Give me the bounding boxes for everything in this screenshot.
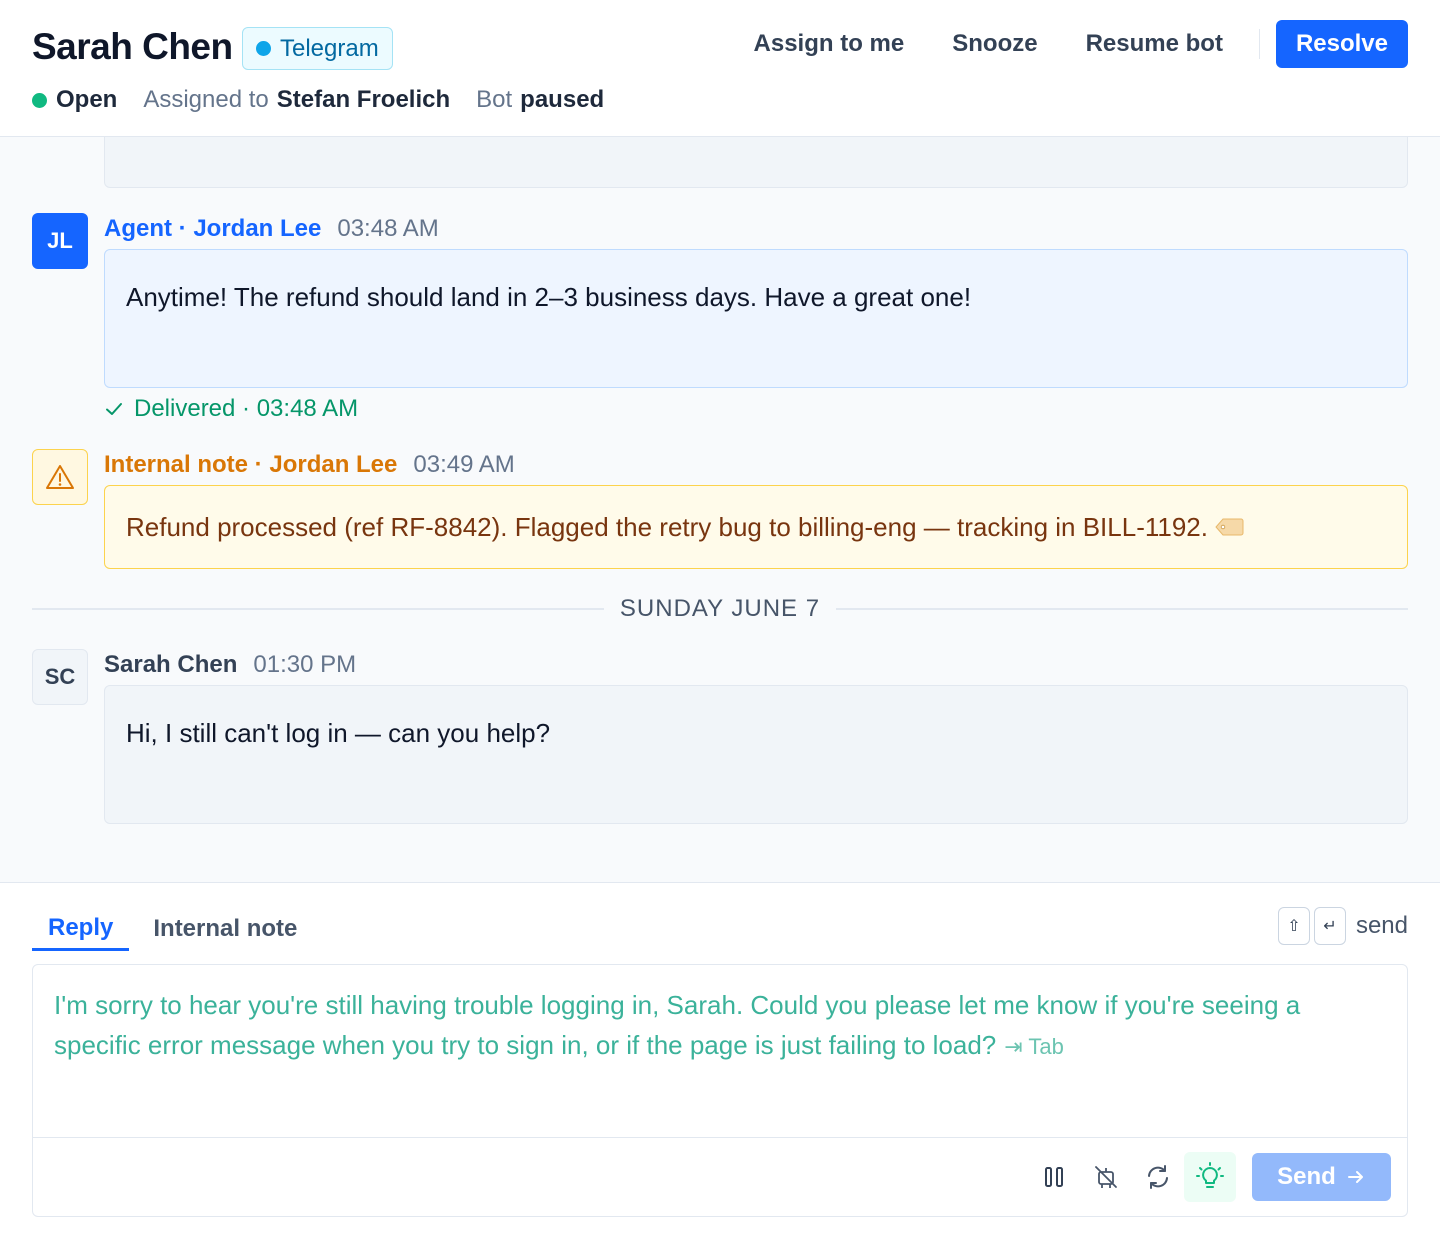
- day-label: SUNDAY JUNE 7: [619, 595, 821, 622]
- conversation-meta: Open Assigned to Stefan Froelich Bot pau…: [32, 86, 604, 114]
- header-divider: [1258, 29, 1260, 59]
- status-label: Open: [56, 86, 118, 113]
- message-list[interactable]: JL Agent · Jordan Lee 03:48 AM Anytime! …: [0, 137, 1440, 882]
- tag-icon: [1215, 518, 1244, 536]
- snooze-button[interactable]: Snooze: [928, 30, 1061, 58]
- enter-key: ↵: [1313, 907, 1346, 945]
- regenerate-icon[interactable]: [1132, 1152, 1184, 1202]
- bot-off-icon[interactable]: [1080, 1152, 1132, 1202]
- tab-internal-note[interactable]: Internal note: [137, 907, 313, 951]
- bot-state: paused: [520, 86, 605, 113]
- editor-toolbar: Send: [33, 1137, 1407, 1216]
- accept-tab-hint: ⇥ Tab: [1004, 1034, 1064, 1059]
- bot-prefix: Bot: [476, 86, 513, 113]
- send-hint-text: send: [1355, 912, 1408, 939]
- conversation-header: Sarah Chen Telegram Assign to me Snooze …: [0, 0, 1440, 137]
- message-header: Sarah Chen 01:30 PM: [104, 651, 356, 679]
- channel-label: Telegram: [280, 34, 379, 62]
- delivery-status: Delivered · 03:48 AM: [104, 395, 358, 423]
- message-header: Internal note · Jordan Lee 03:49 AM: [104, 451, 515, 479]
- resolve-button[interactable]: Resolve: [1275, 20, 1408, 68]
- composer: Reply Internal note ⇧ ↵ send I'm sorry t…: [0, 882, 1440, 1240]
- send-shortcut-hint: ⇧ ↵ send: [1277, 907, 1408, 945]
- message-text: Hi, I still can't log in — can you help?: [126, 718, 551, 748]
- reply-editor[interactable]: I'm sorry to hear you're still having tr…: [32, 964, 1408, 1217]
- internal-note-bubble: Refund processed (ref RF-8842). Flagged …: [104, 485, 1408, 569]
- message-author: Internal note · Jordan Lee: [104, 451, 398, 478]
- lightbulb-icon[interactable]: [1184, 1152, 1236, 1202]
- send-label: Send: [1277, 1163, 1336, 1190]
- assigned-prefix: Assigned to: [143, 86, 269, 113]
- resume-bot-button[interactable]: Resume bot: [1062, 30, 1247, 58]
- message-author: Sarah Chen: [104, 651, 238, 678]
- message-author: Agent · Jordan Lee: [104, 215, 322, 242]
- tab-reply[interactable]: Reply: [32, 907, 130, 951]
- check-icon: [106, 403, 122, 415]
- message-bubble-partial: [104, 137, 1408, 188]
- send-button[interactable]: Send: [1252, 1153, 1391, 1201]
- message-bubble: Hi, I still can't log in — can you help?: [104, 685, 1408, 824]
- message-time: 01:30 PM: [253, 651, 357, 678]
- assignee-name[interactable]: Stefan Froelich: [277, 86, 450, 114]
- message-text: Anytime! The refund should land in 2–3 b…: [126, 282, 972, 312]
- pause-icon[interactable]: [1028, 1152, 1080, 1202]
- message-time: 03:48 AM: [337, 215, 439, 242]
- day-separator: SUNDAY JUNE 7: [32, 595, 1409, 623]
- status-dot-icon: [32, 92, 47, 108]
- shift-key: ⇧: [1277, 907, 1310, 945]
- message-time: 03:49 AM: [413, 451, 515, 478]
- arrow-right-icon: [1347, 1171, 1363, 1183]
- contact-name: Sarah Chen: [32, 26, 233, 67]
- avatar: SC: [32, 649, 88, 705]
- message-text: Refund processed (ref RF-8842). Flagged …: [126, 511, 1208, 542]
- delivery-text: Delivered · 03:48 AM: [134, 395, 359, 422]
- suggestion-body: I'm sorry to hear you're still having tr…: [54, 990, 1301, 1060]
- warning-icon: [32, 449, 88, 505]
- avatar: JL: [32, 213, 88, 269]
- composer-tabs: Reply Internal note: [32, 907, 313, 951]
- channel-badge: Telegram: [242, 27, 393, 70]
- message-header: Agent · Jordan Lee 03:48 AM: [104, 215, 439, 243]
- ai-suggestion-text[interactable]: I'm sorry to hear you're still having tr…: [54, 985, 1364, 1067]
- message-bubble: Anytime! The refund should land in 2–3 b…: [104, 249, 1408, 388]
- telegram-dot-icon: [256, 41, 271, 56]
- header-actions: Assign to me Snooze Resume bot Resolve: [730, 20, 1408, 68]
- assign-to-me-button[interactable]: Assign to me: [730, 30, 929, 58]
